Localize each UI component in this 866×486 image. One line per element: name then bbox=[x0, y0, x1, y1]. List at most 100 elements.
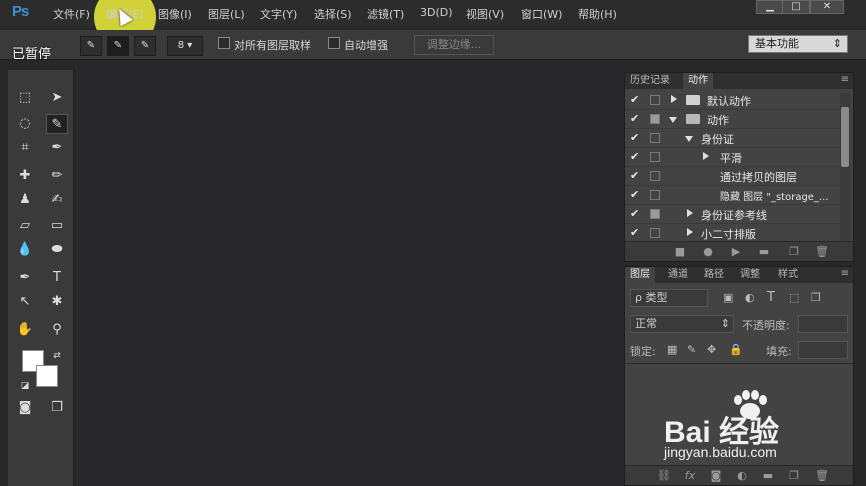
workspace-select[interactable]: 基本功能 ⇕ bbox=[748, 35, 848, 53]
zoom-tool-icon[interactable]: ⚲ bbox=[46, 320, 68, 340]
menu-filter[interactable]: 滤镜(T) bbox=[367, 6, 404, 22]
layer-filter-select[interactable]: ρ 类型 bbox=[630, 289, 708, 307]
actions-scrollbar[interactable] bbox=[840, 93, 850, 241]
healing-brush-icon[interactable]: ✚ bbox=[14, 166, 36, 186]
check-icon[interactable]: ✔ bbox=[630, 188, 639, 201]
document-canvas-area[interactable] bbox=[78, 62, 620, 486]
subtract-selection-icon[interactable]: ✎ bbox=[134, 36, 156, 56]
tab-paths[interactable]: 路径 bbox=[699, 267, 729, 283]
filter-pixel-icon[interactable]: ▣ bbox=[723, 291, 733, 304]
fill-field[interactable] bbox=[798, 341, 848, 359]
tab-layers[interactable]: 图层 bbox=[625, 267, 655, 283]
dialog-toggle[interactable] bbox=[650, 190, 660, 200]
dialog-toggle[interactable] bbox=[650, 152, 660, 162]
menu-3d[interactable]: 3D(D) bbox=[420, 6, 453, 19]
filter-type-icon[interactable]: T bbox=[767, 290, 775, 305]
check-icon[interactable]: ✔ bbox=[630, 131, 639, 144]
adjustment-layer-icon[interactable]: ◐ bbox=[735, 469, 749, 483]
new-set-folder-icon[interactable]: ▬ bbox=[757, 245, 771, 259]
add-to-selection-icon[interactable]: ✎ bbox=[107, 36, 129, 56]
play-icon[interactable]: ▶ bbox=[729, 245, 743, 259]
expand-triangle-icon[interactable] bbox=[703, 152, 709, 160]
menu-select[interactable]: 选择(S) bbox=[314, 6, 352, 22]
dialog-toggle[interactable] bbox=[650, 171, 660, 181]
action-row[interactable]: ✔ 平滑 bbox=[625, 148, 841, 167]
record-icon[interactable]: ● bbox=[701, 245, 715, 259]
path-selection-icon[interactable]: ↖ bbox=[14, 292, 36, 312]
quick-selection-tool-icon[interactable]: ✎ bbox=[46, 114, 68, 134]
panel-menu-icon[interactable]: ≡ bbox=[841, 74, 849, 85]
action-row[interactable]: ✔ 隐藏 图层 "_storage_... bbox=[625, 186, 841, 205]
pen-tool-icon[interactable]: ✒ bbox=[14, 268, 36, 288]
menu-layer[interactable]: 图层(L) bbox=[208, 6, 245, 22]
menu-help[interactable]: 帮助(H) bbox=[578, 6, 617, 22]
sample-all-layers-checkbox[interactable] bbox=[218, 37, 230, 49]
lasso-tool-icon[interactable]: ◌ bbox=[14, 114, 36, 134]
auto-enhance-checkbox[interactable] bbox=[328, 37, 340, 49]
menu-image[interactable]: 图像(I) bbox=[158, 6, 192, 22]
trash-icon[interactable]: 🗑 bbox=[815, 469, 829, 483]
action-row[interactable]: ✔ 身份证参考线 bbox=[625, 205, 841, 224]
action-row[interactable]: ✔ 动作 bbox=[625, 110, 841, 129]
dialog-toggle[interactable] bbox=[650, 228, 660, 238]
action-row[interactable]: ✔ 身份证 bbox=[625, 129, 841, 148]
dialog-toggle[interactable] bbox=[650, 209, 660, 219]
menu-type[interactable]: 文字(Y) bbox=[260, 6, 297, 22]
gradient-tool-icon[interactable]: ▭ bbox=[46, 216, 68, 236]
opacity-field[interactable] bbox=[798, 315, 848, 333]
check-icon[interactable]: ✔ bbox=[630, 207, 639, 220]
filter-adjustment-icon[interactable]: ◐ bbox=[745, 291, 755, 304]
dialog-toggle[interactable] bbox=[650, 95, 660, 105]
tab-channels[interactable]: 通道 bbox=[663, 267, 693, 283]
lock-transparency-icon[interactable]: ▦ bbox=[667, 343, 677, 356]
clone-stamp-icon[interactable]: ♟ bbox=[14, 190, 36, 210]
blend-mode-select[interactable]: 正常 ⇕ bbox=[630, 315, 734, 333]
lock-pixels-icon[interactable]: ✎ bbox=[687, 343, 696, 356]
lock-all-icon[interactable]: 🔒 bbox=[729, 343, 743, 356]
dodge-tool-icon[interactable]: ⬬ bbox=[46, 240, 68, 260]
blur-tool-icon[interactable]: 💧 bbox=[14, 240, 36, 260]
close-button[interactable]: ✕ bbox=[810, 0, 844, 14]
history-brush-icon[interactable]: ✍ bbox=[46, 190, 68, 210]
new-layer-icon[interactable]: ❐ bbox=[787, 469, 801, 483]
refine-edge-button[interactable]: 调整边缘... bbox=[414, 35, 494, 55]
hand-tool-icon[interactable]: ✋ bbox=[14, 320, 36, 340]
expand-triangle-icon[interactable] bbox=[671, 95, 677, 103]
type-tool-icon[interactable]: T bbox=[46, 268, 68, 288]
menu-file[interactable]: 文件(F) bbox=[53, 6, 90, 22]
trash-icon[interactable]: 🗑 bbox=[815, 245, 829, 259]
swap-colors-icon[interactable]: ⇄ bbox=[46, 346, 68, 366]
link-icon[interactable]: ⛓ bbox=[657, 469, 671, 483]
tab-actions[interactable]: 动作 bbox=[683, 73, 713, 89]
tab-history[interactable]: 历史记录 bbox=[625, 73, 675, 89]
screen-mode-icon[interactable]: ❐ bbox=[46, 398, 68, 418]
menu-window[interactable]: 窗口(W) bbox=[521, 6, 562, 22]
eraser-tool-icon[interactable]: ▱ bbox=[14, 216, 36, 236]
collapse-triangle-icon[interactable] bbox=[685, 136, 693, 142]
menu-view[interactable]: 视图(V) bbox=[466, 6, 504, 22]
action-row[interactable]: ✔ 通过拷贝的图层 bbox=[625, 167, 841, 186]
eyedropper-tool-icon[interactable]: ✒ bbox=[46, 138, 68, 158]
group-folder-icon[interactable]: ▬ bbox=[761, 469, 775, 483]
new-action-icon[interactable]: ❐ bbox=[787, 245, 801, 259]
default-colors-icon[interactable]: ◪ bbox=[14, 376, 36, 396]
maximize-button[interactable]: □ bbox=[782, 0, 810, 14]
shape-tool-icon[interactable]: ✱ bbox=[46, 292, 68, 312]
move-tool-icon[interactable]: ➤ bbox=[46, 88, 68, 108]
dialog-toggle[interactable] bbox=[650, 133, 660, 143]
filter-shape-icon[interactable]: ⬚ bbox=[789, 291, 799, 304]
action-row[interactable]: ✔ 默认动作 bbox=[625, 91, 841, 110]
minimize-button[interactable]: ▁ bbox=[756, 0, 784, 14]
crop-tool-icon[interactable]: ⌗ bbox=[14, 138, 36, 158]
brush-tool-icon[interactable]: ✏ bbox=[46, 166, 68, 186]
new-selection-brush-icon[interactable]: ✎ bbox=[80, 36, 102, 56]
check-icon[interactable]: ✔ bbox=[630, 150, 639, 163]
panel-menu-icon[interactable]: ≡ bbox=[841, 268, 849, 279]
check-icon[interactable]: ✔ bbox=[630, 112, 639, 125]
quick-mask-icon[interactable]: ◙ bbox=[14, 398, 36, 418]
brush-size-picker[interactable]: 8 ▾ bbox=[167, 36, 203, 56]
dialog-toggle[interactable] bbox=[650, 114, 660, 124]
stop-icon[interactable]: ■ bbox=[673, 245, 687, 259]
mask-icon[interactable]: ◙ bbox=[709, 469, 723, 483]
collapse-triangle-icon[interactable] bbox=[669, 117, 677, 123]
